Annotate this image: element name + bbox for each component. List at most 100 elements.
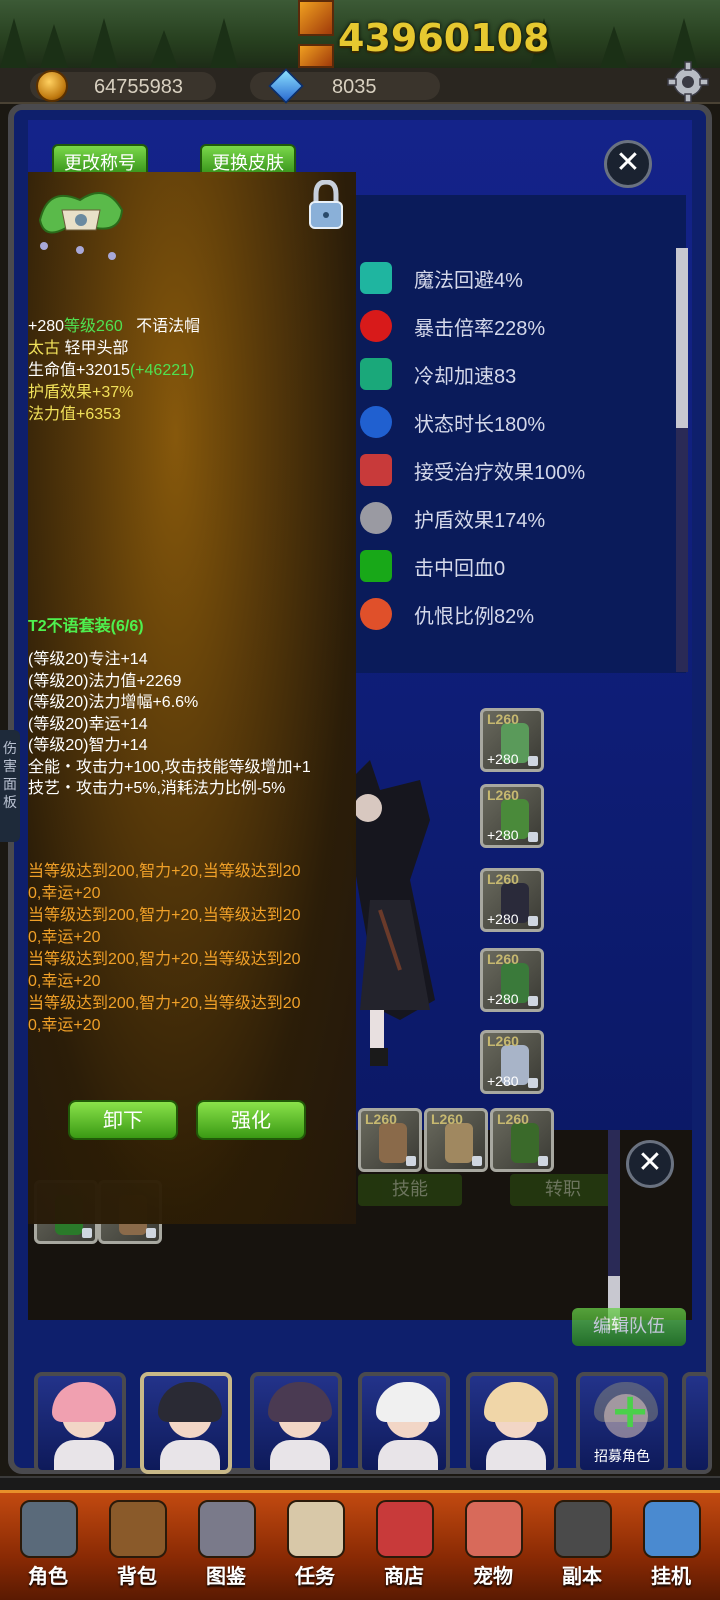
- item-type: 轻甲头部: [64, 340, 129, 357]
- equip-slot[interactable]: L260 +280: [480, 1030, 544, 1094]
- stat-label: 魔法回避4%: [414, 270, 523, 292]
- equipment-art: [379, 1123, 407, 1163]
- nav-scroll[interactable]: 任务: [273, 1492, 357, 1598]
- aggro-icon: [360, 598, 392, 630]
- class-change-button[interactable]: 转职: [510, 1174, 616, 1206]
- set-bonus-line: (等级20)专注+14: [28, 651, 148, 668]
- portrait-hair: [376, 1382, 440, 1422]
- skills-button[interactable]: 技能: [358, 1174, 462, 1206]
- lock-icon: [528, 832, 538, 842]
- recruit-character-button[interactable]: + 招募角色: [576, 1372, 668, 1474]
- level-bonus-line: 0,幸运+20: [28, 885, 101, 902]
- stat-row: 暴击倍率228%: [360, 306, 660, 346]
- nav-label: 挂机: [651, 1564, 691, 1588]
- nav-meat[interactable]: 宠物: [451, 1492, 535, 1598]
- calendar-icon: [643, 1500, 701, 1558]
- tree-decoration: [0, 18, 28, 68]
- slot-plus: +280: [487, 991, 519, 1007]
- nav-shop[interactable]: 商店: [362, 1492, 446, 1598]
- portrait-body: [270, 1440, 330, 1470]
- book-icon: [198, 1500, 256, 1558]
- lock-icon: [538, 1156, 548, 1166]
- nav-book[interactable]: 图鉴: [184, 1492, 268, 1598]
- slot-plus: +280: [487, 1073, 519, 1089]
- inventory-slot[interactable]: L260: [490, 1108, 554, 1172]
- character-portrait[interactable]: [34, 1372, 126, 1474]
- edit-team-button[interactable]: 编辑队伍: [572, 1308, 686, 1346]
- lock-icon[interactable]: [306, 180, 346, 232]
- set-bonus-line: 全能・攻击力+100,攻击技能等级增加+1: [28, 758, 311, 776]
- level-bonus-line: 当等级达到200,智力+20,当等级达到20: [28, 951, 301, 968]
- item-mana: 法力值+6353: [28, 406, 121, 423]
- lock-icon: [528, 1078, 538, 1088]
- gear-icon[interactable]: [664, 60, 712, 104]
- level-bonus-line: 当等级达到200,智力+20,当等级达到20: [28, 995, 301, 1012]
- item-title-line: +280等级260 不语法帽: [28, 316, 200, 338]
- stat-label: 接受治疗效果100%: [414, 462, 586, 484]
- equip-slot[interactable]: L260 +280: [480, 948, 544, 1012]
- stat-row: 接受治疗效果100%: [360, 450, 660, 490]
- lock-icon: [146, 1228, 156, 1238]
- portrait-body: [54, 1440, 114, 1470]
- lock-icon: [406, 1156, 416, 1166]
- slot-plus: +280: [487, 911, 519, 927]
- portrait-hair: [52, 1382, 116, 1422]
- item-name: 不语法帽: [136, 318, 201, 335]
- tree-decoration: [600, 26, 628, 68]
- helmet-icon: [20, 1500, 78, 1558]
- gold-coin-icon: [36, 70, 68, 102]
- enhance-button[interactable]: 强化: [196, 1100, 306, 1140]
- stat-row: 冷却加速83: [360, 354, 660, 394]
- stat-label: 暴击倍率228%: [414, 318, 546, 340]
- character-portrait[interactable]: [250, 1372, 342, 1474]
- slot-level: L260: [487, 1033, 519, 1049]
- slot-level: L260: [487, 871, 519, 887]
- shield-effect-icon: [360, 502, 392, 534]
- nav-label: 任务: [295, 1564, 335, 1588]
- status-duration-icon: [360, 406, 392, 438]
- item-level: 等级260: [64, 318, 123, 335]
- equip-slot[interactable]: L260 +280: [480, 784, 544, 848]
- stats-scrollbar-thumb[interactable]: [676, 248, 688, 428]
- nav-helmet[interactable]: 角色: [6, 1492, 90, 1598]
- nav-skull[interactable]: 副本: [540, 1492, 624, 1598]
- lock-icon: [472, 1156, 482, 1166]
- level-bonus-line: 当等级达到200,智力+20,当等级达到20: [28, 907, 301, 924]
- crit-multiplier-icon: [360, 310, 392, 342]
- slot-plus: +280: [487, 827, 519, 843]
- unequip-button[interactable]: 卸下: [68, 1100, 178, 1140]
- level-bonus-line: 0,幸运+20: [28, 929, 101, 946]
- nav-calendar[interactable]: 挂机: [629, 1492, 713, 1598]
- stat-row: 击中回血0: [360, 546, 660, 586]
- equipment-art: [511, 1123, 539, 1163]
- close-inventory-button[interactable]: ✕: [626, 1140, 674, 1188]
- nav-backpack[interactable]: 背包: [95, 1492, 179, 1598]
- set-bonus-line: (等级20)幸运+14: [28, 715, 148, 733]
- slot-level: L260: [365, 1111, 397, 1127]
- character-portrait[interactable]: [466, 1372, 558, 1474]
- inventory-slot[interactable]: L260: [424, 1108, 488, 1172]
- plus-icon: +: [610, 1383, 651, 1439]
- equip-slot[interactable]: L260 +280: [480, 868, 544, 932]
- gem-amount: 8035: [332, 76, 377, 98]
- equipment-art: [445, 1123, 473, 1163]
- inventory-slot[interactable]: L260: [358, 1108, 422, 1172]
- lock-icon: [528, 916, 538, 926]
- portrait-slot[interactable]: [682, 1372, 712, 1474]
- shop-icon: [376, 1500, 434, 1558]
- item-rarity: 太古: [28, 340, 61, 357]
- nav-label: 背包: [117, 1564, 157, 1588]
- damage-panel-tab[interactable]: 伤害面板: [0, 730, 20, 842]
- stat-label: 击中回血0: [414, 558, 506, 580]
- character-portrait[interactable]: [140, 1372, 232, 1474]
- slot-plus: +280: [487, 751, 519, 767]
- close-panel-button[interactable]: ✕: [604, 140, 652, 188]
- meat-icon: [465, 1500, 523, 1558]
- flame-banner-icon: [298, 44, 334, 68]
- stat-row: 魔法回避4%: [360, 258, 660, 298]
- character-portrait[interactable]: [358, 1372, 450, 1474]
- lock-icon: [528, 996, 538, 1006]
- slot-level: L260: [431, 1111, 463, 1127]
- equip-slot[interactable]: L260 +280: [480, 708, 544, 772]
- recruit-label: 招募角色: [594, 1449, 650, 1465]
